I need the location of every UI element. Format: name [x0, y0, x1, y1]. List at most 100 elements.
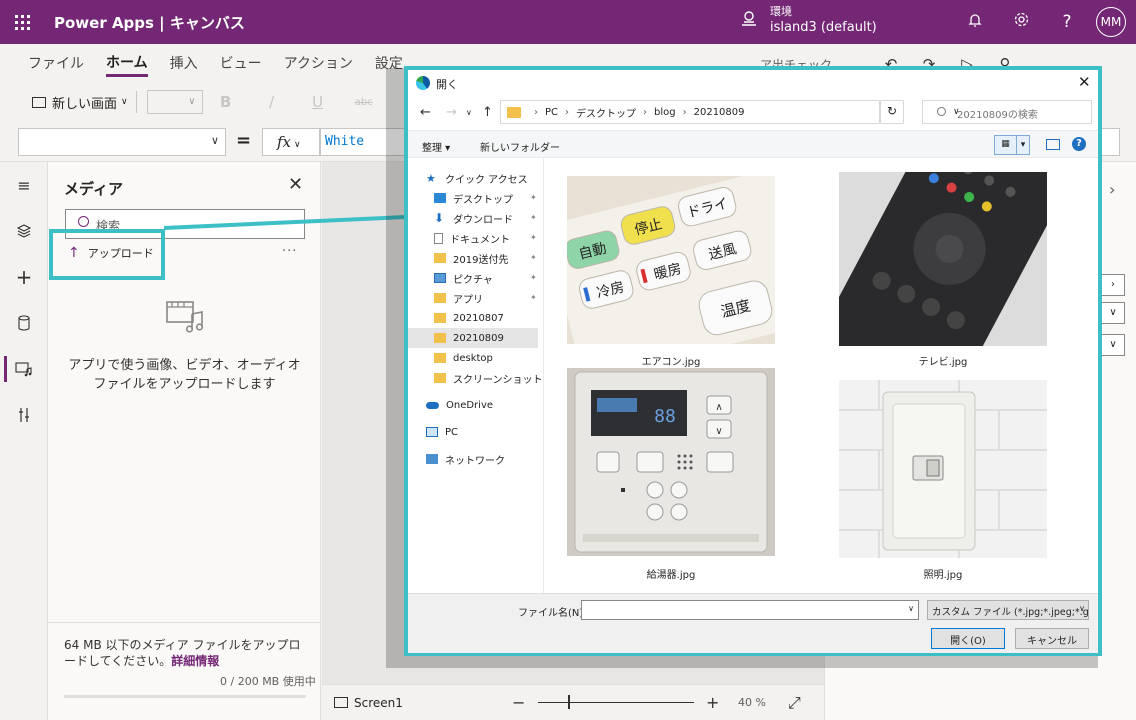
file-thumbnail-water-heater[interactable]: 88 ∧ ∨ — [567, 368, 775, 556]
zoom-out-button[interactable]: − — [512, 693, 525, 712]
advanced-tools-icon[interactable] — [0, 392, 48, 438]
insert-plus-icon[interactable]: + — [0, 254, 48, 300]
hamburger-menu-icon[interactable]: ≡ — [0, 162, 48, 208]
new-screen-button[interactable]: 新しい画面 ∨ — [32, 93, 128, 112]
back-arrow-icon[interactable]: ← — [420, 105, 431, 120]
property-dropdown-1[interactable]: › — [1101, 274, 1125, 296]
function-button[interactable]: fx ∨ — [262, 128, 320, 156]
star-icon: ★ — [426, 171, 436, 185]
file-thumbnail-tv[interactable] — [839, 172, 1047, 346]
tree-item-network[interactable]: ネットワーク — [426, 449, 544, 469]
address-bar[interactable]: › PC › デスクトップ › blog › 20210809 ∨ — [500, 100, 960, 124]
dialog-close-icon[interactable]: ✕ — [1078, 73, 1091, 91]
tree-item-desktop-folder[interactable]: desktop — [434, 348, 544, 368]
zoom-in-button[interactable]: + — [706, 693, 719, 712]
tree-item-screenshots[interactable]: スクリーンショット — [434, 368, 544, 388]
chevron-down-icon: ∨ — [1079, 604, 1085, 613]
file-type-dropdown[interactable]: カスタム ファイル (*.jpg;*.jpeg;*.gif ∨ — [927, 600, 1089, 620]
breadcrumb-blog[interactable]: blog — [654, 107, 676, 118]
tree-item-pc[interactable]: PC — [426, 422, 544, 442]
tab-home[interactable]: ホーム — [106, 52, 148, 77]
tree-item-2019-folder[interactable]: 2019送付先 ✦ — [434, 248, 544, 268]
chevron-down-icon: ∨ — [121, 97, 128, 107]
data-cylinder-icon[interactable] — [0, 300, 48, 346]
tree-item-20210809[interactable]: 20210809 — [408, 328, 538, 348]
edge-browser-icon — [416, 76, 430, 90]
property-dropdown-2[interactable]: ∨ — [1101, 302, 1125, 324]
zoom-slider[interactable] — [538, 702, 694, 703]
tree-view-layers-icon[interactable] — [0, 208, 48, 254]
file-name-light[interactable]: 照明.jpg — [839, 566, 1047, 581]
large-icons-view-icon: ▦ — [995, 136, 1017, 154]
file-thumbnail-light[interactable] — [839, 380, 1047, 558]
media-icon[interactable] — [0, 346, 48, 392]
learn-more-link[interactable]: 詳細情報 — [171, 654, 219, 668]
tree-item-apps[interactable]: アプリ ✦ — [434, 288, 544, 308]
recent-locations-chevron-icon[interactable]: ∨ — [466, 108, 472, 117]
pin-icon: ✦ — [530, 253, 537, 262]
screen-selector[interactable]: Screen1 — [334, 696, 403, 710]
notification-bell-icon[interactable] — [952, 12, 998, 33]
pictures-icon — [434, 273, 446, 283]
media-panel-title: メディア — [64, 180, 123, 198]
preview-pane-icon[interactable] — [1046, 139, 1060, 150]
forward-arrow-icon[interactable]: → — [446, 105, 457, 120]
font-size-dropdown[interactable]: ∨ — [146, 90, 203, 114]
file-thumbnail-aircon[interactable]: 自動 停止 ドライ 冷房 暖房 送風 温度 — [567, 176, 775, 344]
open-button[interactable]: 開く(O) — [931, 628, 1005, 649]
close-icon[interactable]: ✕ — [288, 174, 303, 195]
folder-search-input[interactable]: 20210809の検索 — [922, 100, 1092, 124]
folder-icon — [434, 253, 446, 263]
strikethrough-button[interactable]: abc — [341, 97, 387, 108]
help-icon[interactable]: ? — [1072, 137, 1086, 151]
filename-input[interactable]: ∨ — [581, 600, 919, 620]
app-launcher-icon[interactable] — [0, 0, 44, 44]
chevron-right-icon[interactable]: › — [1109, 180, 1115, 199]
more-options-button[interactable]: ··· — [282, 244, 297, 259]
tree-item-pictures[interactable]: ピクチャ ✦ — [434, 268, 544, 288]
file-name-aircon[interactable]: エアコン.jpg — [567, 353, 775, 368]
svg-text:∧: ∧ — [715, 402, 722, 413]
chevron-down-icon: ∨ — [908, 604, 914, 613]
open-file-dialog: 開く ✕ ← → ∨ ↑ › PC › デスクトップ › blog › 2021… — [404, 66, 1102, 656]
tab-file[interactable]: ファイル — [28, 53, 84, 75]
tab-insert[interactable]: 挿入 — [170, 53, 198, 75]
change-view-button[interactable]: ▦ ▾ — [994, 135, 1030, 155]
breadcrumb-20210809[interactable]: 20210809 — [694, 107, 745, 118]
settings-gear-icon[interactable] — [998, 11, 1044, 33]
file-name-tv[interactable]: テレビ.jpg — [839, 353, 1047, 368]
tree-item-documents[interactable]: ドキュメント ✦ — [434, 228, 544, 248]
tab-view[interactable]: ビュー — [220, 53, 262, 75]
property-dropdown[interactable]: ∨ — [18, 128, 226, 156]
file-type-value: カスタム ファイル (*.jpg;*.jpeg;*.gif — [932, 607, 1089, 618]
cancel-button[interactable]: キャンセル — [1015, 628, 1089, 649]
tree-item-desktop[interactable]: デスクトップ ✦ — [434, 188, 544, 208]
fit-to-window-icon[interactable]: ⤢ — [788, 693, 801, 713]
refresh-icon[interactable]: ↻ — [880, 100, 904, 124]
left-rail: ≡ + — [0, 162, 48, 720]
environment-picker[interactable]: 環境 island3 (default) — [738, 4, 877, 36]
tab-action[interactable]: アクション — [284, 53, 353, 75]
cloud-icon — [426, 401, 439, 409]
dialog-footer: ファイル名(N): ∨ カスタム ファイル (*.jpg;*.jpeg;*.gi… — [408, 593, 1098, 653]
tree-item-20210807[interactable]: 20210807 — [434, 308, 544, 328]
up-arrow-icon[interactable]: ↑ — [482, 105, 493, 120]
tree-item-quick-access[interactable]: ★ クイック アクセス — [426, 168, 544, 188]
tree-item-onedrive[interactable]: OneDrive — [426, 395, 544, 415]
file-name-water-heater[interactable]: 給湯器.jpg — [567, 566, 775, 581]
help-icon[interactable]: ? — [1044, 12, 1090, 32]
user-avatar[interactable]: MM — [1096, 7, 1126, 37]
zoom-slider-thumb[interactable] — [568, 695, 570, 709]
chevron-down-icon: ∨ — [210, 134, 219, 147]
tree-item-downloads[interactable]: ⬇ ダウンロード ✦ — [434, 208, 544, 228]
underline-button[interactable]: U — [295, 93, 341, 111]
document-icon — [434, 232, 443, 244]
organize-menu[interactable]: 整理 ▾ — [422, 139, 450, 154]
italic-button[interactable]: / — [249, 93, 295, 111]
dialog-navigation: ← → ∨ ↑ › PC › デスクトップ › blog › 20210809 … — [408, 98, 1098, 130]
property-dropdown-3[interactable]: ∨ — [1101, 334, 1125, 356]
breadcrumb-pc[interactable]: PC — [545, 107, 558, 118]
new-folder-button[interactable]: 新しいフォルダー — [480, 139, 560, 154]
bold-button[interactable]: B — [203, 93, 249, 111]
breadcrumb-desktop[interactable]: デスクトップ — [576, 105, 636, 120]
